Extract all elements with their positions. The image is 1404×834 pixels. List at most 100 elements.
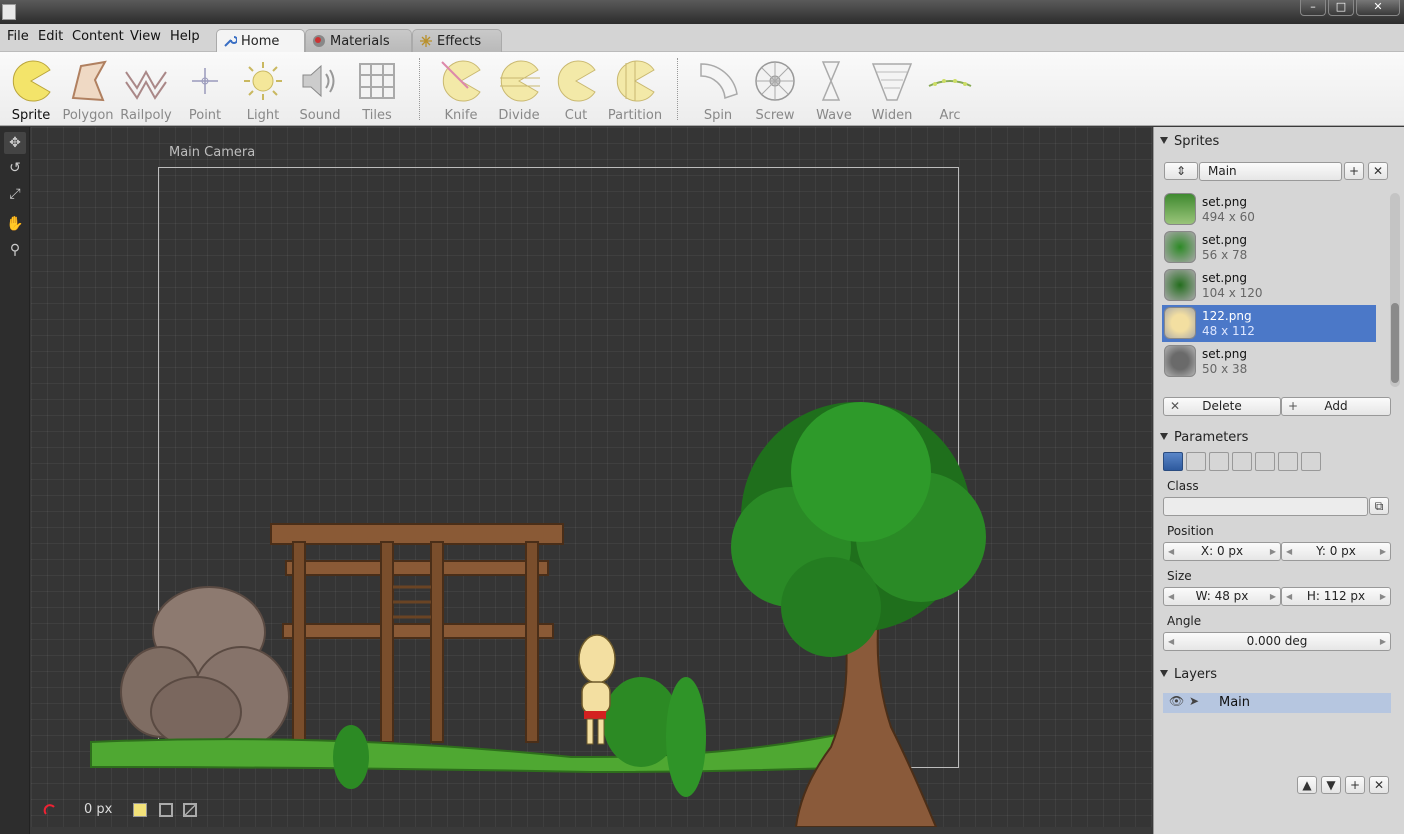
tool-light-label: Light bbox=[246, 108, 280, 123]
left-toolbox: ✥ ↺ ⤢ ✋ ⚲ bbox=[0, 127, 30, 834]
remove-layer-icon[interactable]: ✕ bbox=[1369, 776, 1389, 794]
layer-row[interactable]: 👁 ➤ Main bbox=[1163, 693, 1391, 713]
fill-color-icon[interactable] bbox=[133, 803, 147, 817]
parameters-section-header[interactable]: Parameters bbox=[1160, 430, 1248, 445]
position-label: Position bbox=[1167, 524, 1214, 538]
scale-tool-icon[interactable]: ⤢ bbox=[4, 183, 26, 205]
app-icon bbox=[2, 4, 16, 20]
sparkle-icon bbox=[420, 35, 432, 47]
tool-sound[interactable]: Sound bbox=[292, 58, 348, 123]
tool-widen[interactable]: Widen bbox=[864, 58, 920, 123]
sprite-list-item-selected[interactable]: 122.png 48 x 112 bbox=[1162, 305, 1376, 342]
tool-partition[interactable]: Partition bbox=[607, 58, 663, 123]
railpoly-icon bbox=[125, 69, 167, 100]
tiles-icon bbox=[359, 63, 395, 99]
position-x-field[interactable]: ◀ X: 0 px ▶ bbox=[1163, 542, 1281, 561]
sprite-icon bbox=[12, 60, 51, 102]
hand-tool-icon[interactable]: ✋ bbox=[4, 213, 26, 235]
layer-up-icon[interactable]: ▲ bbox=[1297, 776, 1317, 794]
sprites-section-header[interactable]: Sprites bbox=[1160, 134, 1219, 149]
sprite-thumbnail bbox=[1164, 231, 1196, 263]
maximize-button[interactable]: □ bbox=[1328, 0, 1354, 16]
delete-sprite-button[interactable]: ✕ Delete bbox=[1163, 397, 1281, 416]
tool-spin[interactable]: Spin bbox=[690, 58, 746, 123]
tool-railpoly[interactable]: Railpoly bbox=[118, 58, 174, 123]
eye-visibility-icon[interactable]: 👁 bbox=[1169, 694, 1184, 708]
angle-field[interactable]: ◀ 0.000 deg ▶ bbox=[1163, 632, 1391, 651]
tab-effects[interactable]: Effects bbox=[412, 29, 502, 52]
eyedropper-tool-icon[interactable]: ⚲ bbox=[4, 239, 26, 261]
angle-value: 0.000 deg bbox=[1246, 634, 1308, 648]
tab-home[interactable]: Home bbox=[216, 29, 305, 53]
sprite-list-item[interactable]: set.png 104 x 120 bbox=[1162, 267, 1376, 304]
menu-edit[interactable]: Edit bbox=[38, 29, 63, 44]
tool-light[interactable]: Light bbox=[235, 58, 291, 123]
wooden-fence-sprite[interactable] bbox=[270, 523, 564, 743]
position-y-field[interactable]: ◀ Y: 0 px ▶ bbox=[1281, 542, 1391, 561]
height-field[interactable]: ◀ H: 112 px ▶ bbox=[1281, 587, 1391, 606]
close-button[interactable]: ✕ bbox=[1356, 0, 1400, 16]
vertex-params-icon[interactable] bbox=[1186, 452, 1206, 471]
effects-params-icon[interactable] bbox=[1255, 452, 1275, 471]
cursor-select-icon[interactable]: ➤ bbox=[1189, 694, 1199, 708]
physics-params-icon[interactable] bbox=[1232, 452, 1252, 471]
frame-icon[interactable] bbox=[159, 803, 173, 817]
material-params-icon[interactable] bbox=[1209, 452, 1229, 471]
width-field[interactable]: ◀ W: 48 px ▶ bbox=[1163, 587, 1281, 606]
magnet-icon[interactable] bbox=[43, 803, 57, 817]
tool-knife[interactable]: Knife bbox=[433, 58, 489, 123]
tool-cut[interactable]: Cut bbox=[548, 58, 604, 123]
tool-spin-label: Spin bbox=[703, 108, 733, 123]
add-sprite-set-icon[interactable]: + bbox=[1344, 162, 1364, 180]
menu-help[interactable]: Help bbox=[170, 29, 200, 44]
tool-sprite-label: Sprite bbox=[11, 108, 51, 123]
tool-screw[interactable]: Screw bbox=[747, 58, 803, 123]
check-params-icon[interactable] bbox=[1278, 452, 1298, 471]
tool-divide[interactable]: Divide bbox=[491, 58, 547, 123]
menu-view[interactable]: View bbox=[130, 29, 161, 44]
tab-materials-label: Materials bbox=[330, 34, 390, 49]
add-layer-icon[interactable]: + bbox=[1345, 776, 1365, 794]
tool-railpoly-label: Railpoly bbox=[120, 108, 172, 123]
sprite-set-selector[interactable]: ⇕ bbox=[1164, 162, 1198, 180]
wave-icon bbox=[821, 61, 841, 101]
tab-materials[interactable]: Materials bbox=[305, 29, 412, 52]
tool-sprite[interactable]: Sprite bbox=[3, 58, 59, 123]
general-params-icon[interactable] bbox=[1163, 452, 1183, 471]
tool-screw-label: Screw bbox=[755, 108, 795, 123]
tool-wave[interactable]: Wave bbox=[806, 58, 862, 123]
add-sprite-button[interactable]: + Add bbox=[1281, 397, 1391, 416]
script-params-icon[interactable] bbox=[1301, 452, 1321, 471]
move-tool-icon[interactable]: ✥ bbox=[4, 132, 26, 154]
browse-class-icon[interactable]: ⧉ bbox=[1369, 497, 1389, 515]
menu-content[interactable]: Content bbox=[72, 29, 124, 44]
remove-sprite-set-icon[interactable]: ✕ bbox=[1368, 162, 1388, 180]
tool-polygon[interactable]: Polygon bbox=[60, 58, 116, 123]
tool-cut-label: Cut bbox=[564, 108, 588, 123]
class-input[interactable] bbox=[1163, 497, 1368, 516]
tool-tiles[interactable]: Tiles bbox=[349, 58, 405, 123]
sprite-list-item[interactable]: set.png 56 x 78 bbox=[1162, 229, 1376, 266]
scrollbar-thumb[interactable] bbox=[1391, 303, 1399, 383]
sprite-list-scrollbar[interactable] bbox=[1390, 193, 1400, 387]
tool-arc[interactable]: Arc bbox=[922, 58, 978, 123]
layers-section-header[interactable]: Layers bbox=[1160, 667, 1217, 682]
sprite-set-name-field[interactable]: Main bbox=[1199, 162, 1342, 181]
menu-file[interactable]: File bbox=[7, 29, 29, 44]
no-fill-icon[interactable] bbox=[183, 803, 197, 817]
add-icon: + bbox=[1288, 399, 1299, 413]
rotate-tool-icon[interactable]: ↺ bbox=[4, 157, 26, 179]
sprite-list-item[interactable]: set.png 494 x 60 bbox=[1162, 191, 1376, 228]
scene-viewport[interactable]: Main Camera bbox=[31, 127, 1152, 827]
rock-sprite[interactable] bbox=[120, 586, 290, 748]
sprite-name: 122.png bbox=[1202, 309, 1252, 323]
layer-down-icon[interactable]: ▼ bbox=[1321, 776, 1341, 794]
tool-knife-label: Knife bbox=[444, 108, 478, 123]
minimize-button[interactable]: – bbox=[1300, 0, 1326, 16]
light-icon bbox=[244, 62, 282, 100]
sprite-list-item[interactable]: set.png 50 x 38 bbox=[1162, 343, 1376, 380]
tool-point[interactable]: Point bbox=[177, 58, 233, 123]
tool-widen-label: Widen bbox=[871, 108, 913, 123]
wrench-icon bbox=[224, 36, 237, 47]
scene-artwork bbox=[90, 402, 986, 827]
